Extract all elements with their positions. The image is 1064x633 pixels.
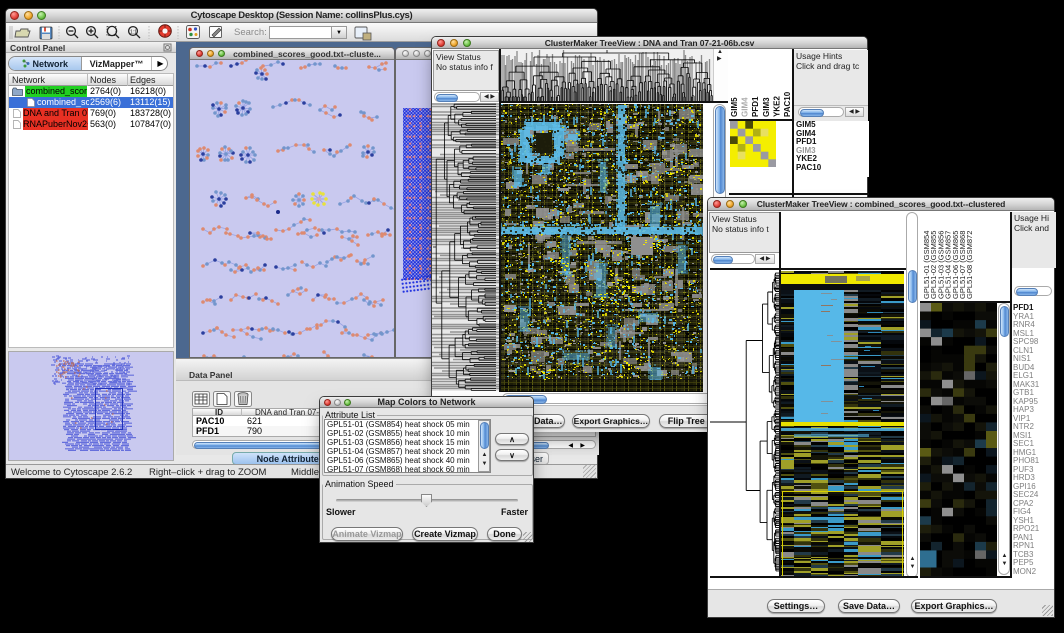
svg-text:PFD1: PFD1 — [751, 96, 760, 117]
svg-text:GIM4: GIM4 — [741, 97, 750, 117]
svg-text:GPL51-08 (GSM872: GPL51-08 (GSM872 — [965, 231, 974, 299]
svg-text:1:1: 1:1 — [130, 30, 137, 36]
svg-text:PAC10: PAC10 — [783, 91, 792, 117]
svg-text:GIM5: GIM5 — [730, 97, 739, 117]
svg-text:YKE2: YKE2 — [772, 96, 781, 117]
svg-text:GIM3: GIM3 — [762, 97, 771, 117]
